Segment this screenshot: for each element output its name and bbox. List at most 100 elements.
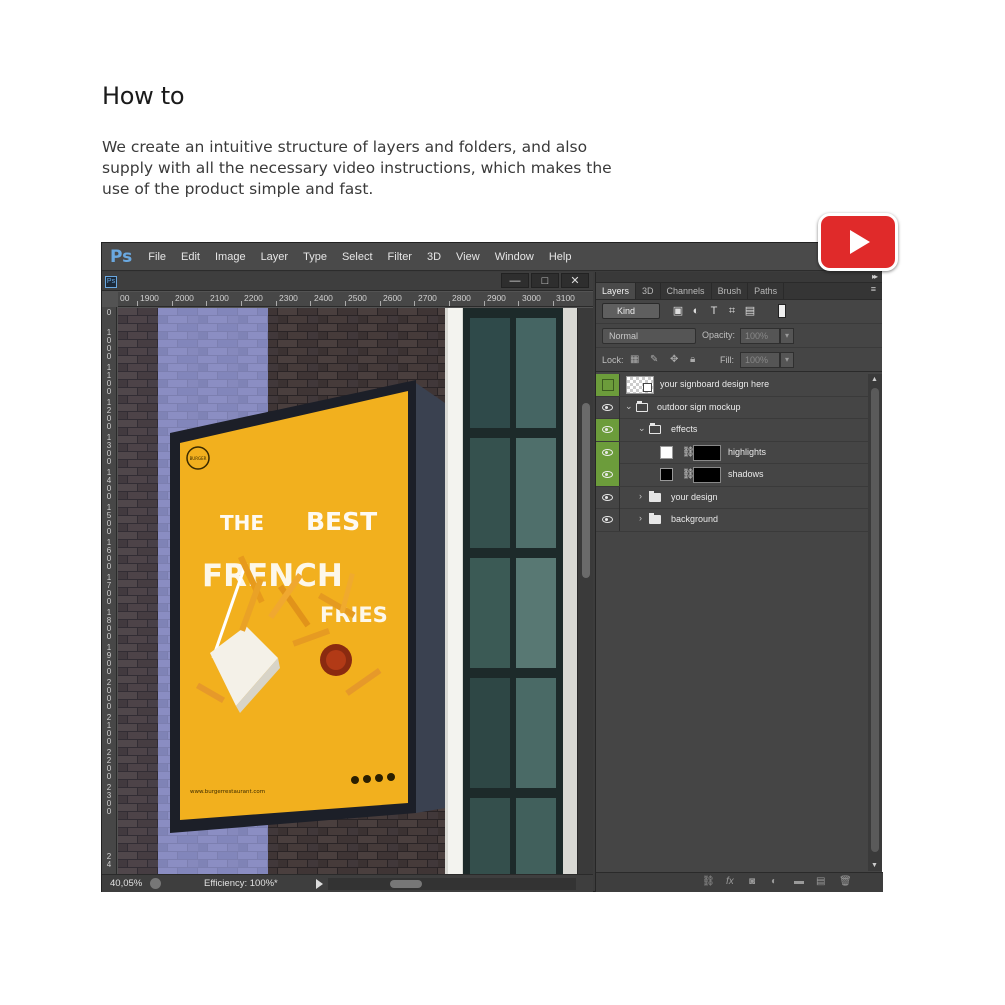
add-mask-icon[interactable]: ◙	[749, 876, 755, 887]
lock-position-icon[interactable]: ✥	[670, 354, 678, 365]
fill-input[interactable]: 100%	[740, 352, 780, 368]
kind-filter-select[interactable]: Kind	[602, 303, 660, 319]
visibility-toggle[interactable]	[596, 419, 620, 441]
minimize-button[interactable]: —	[501, 273, 529, 288]
layer-row[interactable]: › background	[596, 509, 868, 532]
chevron-down-icon[interactable]: ⌄	[638, 423, 646, 434]
layer-mask-thumbnail[interactable]	[693, 467, 721, 483]
scroll-thumb[interactable]	[871, 388, 879, 852]
menu-window[interactable]: Window	[495, 251, 534, 263]
eye-icon	[602, 448, 613, 456]
tab-channels[interactable]: Channels	[661, 283, 712, 299]
document-window: Ps — □ ✕ 00 1900 2000 2100 2200 2300 240…	[102, 272, 593, 892]
maximize-button[interactable]: □	[531, 273, 559, 288]
chevron-right-icon[interactable]: ›	[639, 491, 642, 501]
visibility-toggle[interactable]	[596, 374, 620, 396]
visibility-toggle[interactable]	[596, 441, 620, 464]
image-filter-icon[interactable]: ▣	[672, 305, 684, 317]
menu-type[interactable]: Type	[303, 251, 327, 263]
eye-icon	[602, 403, 613, 411]
scroll-up-icon[interactable]: ▲	[871, 376, 878, 383]
menu-image[interactable]: Image	[215, 251, 246, 263]
document-canvas[interactable]: BURGER THE BEST FRENCH FRIES	[118, 308, 577, 874]
scroll-down-icon[interactable]: ▼	[871, 862, 878, 869]
tab-3d[interactable]: 3D	[636, 283, 661, 299]
ruler-label: 1900	[106, 643, 112, 676]
ruler-label: 2700	[418, 293, 437, 303]
close-button[interactable]: ✕	[561, 273, 589, 288]
smart-object-filter-icon[interactable]: ▤	[744, 305, 756, 317]
visibility-toggle[interactable]	[596, 464, 620, 486]
chevron-down-icon[interactable]: ⌄	[625, 401, 633, 412]
layer-row[interactable]: ⛓ shadows	[596, 464, 868, 487]
document-horizontal-scrollbar[interactable]	[328, 878, 576, 890]
zoom-icon[interactable]	[150, 878, 161, 889]
chevron-right-icon[interactable]: ›	[639, 513, 642, 523]
ruler-label: 1000	[106, 328, 112, 361]
new-group-icon[interactable]: ▬	[794, 876, 804, 887]
fx-icon[interactable]: fx	[726, 876, 734, 887]
layer-mask-thumbnail[interactable]	[693, 444, 721, 461]
layer-name: your design	[671, 491, 718, 502]
visibility-toggle[interactable]	[596, 396, 620, 419]
adjustment-layer-icon[interactable]: ◐	[771, 876, 777, 887]
lock-all-icon[interactable]: 🔒︎	[690, 354, 695, 365]
menu-filter[interactable]: Filter	[388, 251, 412, 263]
panel-menu-icon[interactable]: ≡	[871, 284, 876, 294]
menu-layer[interactable]: Layer	[261, 251, 289, 263]
folder-icon	[649, 513, 661, 524]
opacity-dropdown-icon[interactable]: ▾	[780, 328, 794, 344]
tab-layers[interactable]: Layers	[596, 283, 637, 299]
fill-label: Fill:	[720, 355, 734, 365]
menu-help[interactable]: Help	[549, 251, 572, 263]
layer-filter-row: Kind ▣ ◐ T ⌗ ▤	[596, 300, 882, 324]
layer-row[interactable]: › your design	[596, 486, 868, 509]
menu-bar: Ps File Edit Image Layer Type Select Fil…	[102, 243, 881, 271]
youtube-play-button[interactable]	[818, 213, 898, 271]
menu-select[interactable]: Select	[342, 251, 373, 263]
lock-image-icon[interactable]: ✎	[650, 354, 658, 365]
layer-row[interactable]: ⌄ effects	[596, 419, 868, 442]
folder-open-icon	[636, 400, 648, 412]
ruler-label: 3000	[522, 293, 541, 303]
tab-brush[interactable]: Brush	[712, 283, 749, 299]
link-layers-icon[interactable]: ⛓	[702, 876, 715, 887]
menu-edit[interactable]: Edit	[181, 251, 200, 263]
new-layer-icon[interactable]: ▤	[816, 876, 825, 887]
fill-dropdown-icon[interactable]: ▾	[780, 352, 794, 368]
layer-row[interactable]: ⌄ outdoor sign mockup	[596, 396, 868, 419]
type-filter-icon[interactable]: T	[708, 305, 720, 317]
opacity-input[interactable]: 100%	[740, 328, 780, 344]
scroll-thumb[interactable]	[582, 403, 590, 578]
shape-filter-icon[interactable]: ⌗	[726, 305, 738, 317]
adjustment-filter-icon[interactable]: ◐	[690, 305, 702, 317]
ruler-label: 0	[106, 308, 112, 317]
trash-icon[interactable]: 🗑︎	[839, 876, 852, 887]
menu-3d[interactable]: 3D	[427, 251, 441, 263]
ruler-label: 1100	[106, 363, 112, 396]
visibility-toggle[interactable]	[596, 509, 620, 531]
filter-toggle[interactable]	[778, 304, 786, 318]
ruler-label: 1600	[106, 538, 112, 571]
eye-icon	[602, 493, 613, 501]
lock-transparent-icon[interactable]: ▦	[630, 354, 639, 365]
ruler-label: 2100	[210, 293, 229, 303]
lock-row: Lock: ▦ ✎ ✥ 🔒︎ Fill: 100% ▾	[596, 348, 882, 372]
tab-paths[interactable]: Paths	[748, 283, 785, 299]
intro-text: We create an intuitive structure of laye…	[102, 138, 612, 198]
ruler-label: 2000	[106, 678, 112, 711]
zoom-level[interactable]: 40,05%	[110, 878, 142, 889]
layers-scrollbar[interactable]: ▲ ▼	[868, 374, 882, 871]
visibility-toggle[interactable]	[596, 486, 620, 509]
menu-view[interactable]: View	[456, 251, 480, 263]
layer-row[interactable]: your signboard design here	[596, 374, 868, 397]
layer-row[interactable]: ⛓ highlights	[596, 441, 868, 464]
sign-text-best: BEST	[306, 507, 377, 536]
status-menu-arrow-icon[interactable]	[316, 879, 323, 889]
eye-icon	[602, 471, 613, 478]
document-vertical-scrollbar[interactable]	[577, 308, 593, 874]
blend-mode-select[interactable]: Normal	[602, 328, 696, 344]
collapse-panels-icon[interactable]: ▸▸	[872, 272, 878, 281]
menu-file[interactable]: File	[148, 251, 166, 263]
scroll-thumb[interactable]	[390, 880, 422, 888]
